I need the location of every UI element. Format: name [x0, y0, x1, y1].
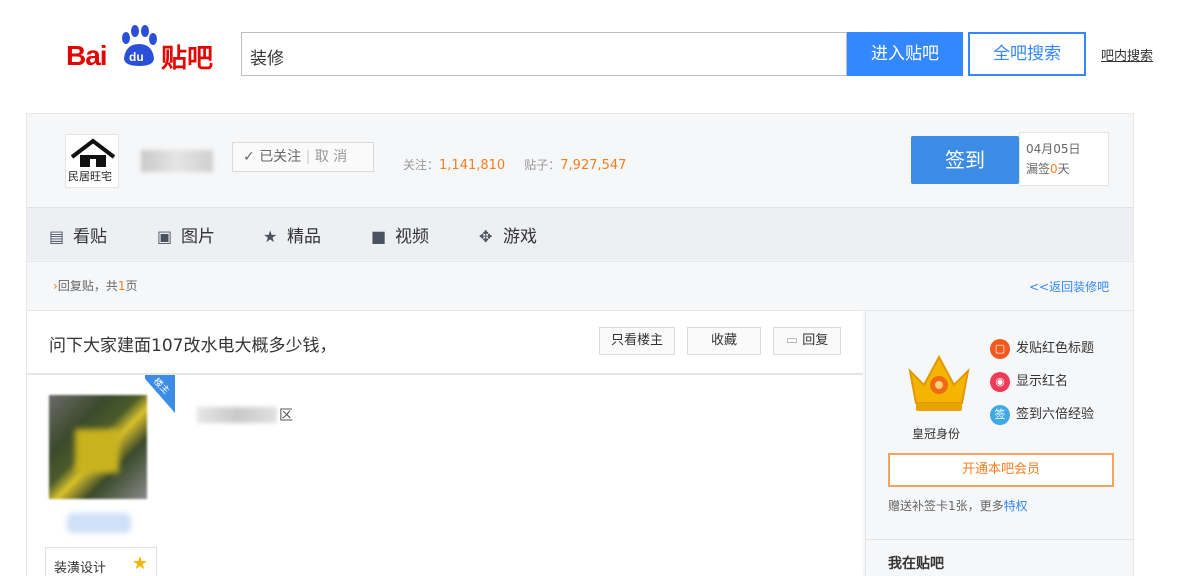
- logo-text-tieba: 贴吧: [161, 44, 214, 74]
- post-stat-label: 贴子：: [524, 158, 561, 172]
- followed-label: 已关注: [259, 149, 302, 165]
- cancel-follow-label[interactable]: 取 消: [315, 149, 347, 165]
- gamepad-icon: ✥: [479, 227, 493, 246]
- reply-button[interactable]: ▭ 回复: [773, 327, 841, 355]
- sign-info: 04月05日 漏签0天: [1019, 132, 1109, 186]
- username-blurred[interactable]: [197, 407, 277, 423]
- follow-count: 1,141,810: [439, 158, 506, 173]
- perk-red-name: ◉ 显示红名: [990, 370, 1068, 392]
- forum-avatar-label: 民居旺宅: [68, 170, 112, 183]
- tab-video[interactable]: ■ 视频: [371, 222, 429, 247]
- sign-badge-icon: 签: [990, 404, 1010, 425]
- gift-text: 赠送补签卡1张，更多特权: [888, 499, 1028, 513]
- house-icon: [70, 138, 116, 167]
- forum-card: 民居旺宅 ✓ 已关注 | 取 消 关注：1,141,810 贴子：7,927,5…: [26, 113, 1134, 576]
- back-to-forum-link[interactable]: <<返回装修吧: [1029, 278, 1109, 295]
- in-forum-search-link[interactable]: 吧内搜索: [1101, 45, 1153, 64]
- username-suffix: 区: [279, 408, 293, 424]
- sign-streak: 漏签0天: [1026, 162, 1070, 176]
- tab-games[interactable]: ✥ 游戏: [479, 222, 537, 247]
- tab-featured[interactable]: ★ 精品: [263, 222, 321, 247]
- comment-icon: ▭: [785, 333, 803, 348]
- crown-label: 皇冠身份: [912, 427, 961, 441]
- sidebar-divider: [866, 539, 1134, 540]
- author-ribbon: 楼主: [145, 375, 175, 413]
- reply-bar: ›回复贴，共1页 <<返回装修吧: [27, 261, 1133, 309]
- sign-date: 04月05日: [1026, 142, 1081, 156]
- sign-in-button[interactable]: 签到: [911, 136, 1019, 184]
- followed-toggle[interactable]: ✓ 已关注 | 取 消: [232, 142, 374, 172]
- my-tieba-section-title: 我在贴吧: [888, 556, 944, 572]
- open-membership-button[interactable]: 开通本吧会员: [888, 453, 1114, 487]
- user-avatar[interactable]: [49, 395, 147, 499]
- post-panel: 问下大家建面107改水电大概多少钱， 只看楼主 收藏 ▭ 回复 楼主 区 装潢设…: [27, 310, 863, 576]
- tab-posts[interactable]: ▤ 看贴: [49, 222, 107, 247]
- forum-avatar[interactable]: 民居旺宅: [65, 134, 119, 188]
- logo-text-du: du: [129, 50, 144, 64]
- crown-icon: [908, 354, 970, 411]
- baidu-tieba-logo[interactable]: Bai du 贴吧: [66, 22, 220, 74]
- only-author-button[interactable]: 只看楼主: [599, 327, 675, 355]
- enter-forum-button[interactable]: 进入贴吧: [847, 32, 963, 76]
- forum-stats: 关注：1,141,810 贴子：7,927,547: [403, 156, 626, 173]
- forum-name-blurred: [141, 150, 213, 172]
- image-icon: ▣: [157, 227, 173, 246]
- user-level-blurred: [67, 513, 131, 533]
- member-sidebar: 皇冠身份 ▢ 发贴红色标题 ◉ 显示红名 签签到六倍经验 开通本吧会员 赠送补签卡1…: [865, 310, 1134, 576]
- star-badge-icon: ★: [131, 553, 148, 574]
- tab-images[interactable]: ▣ 图片: [157, 222, 215, 247]
- search-all-forums-button[interactable]: 全吧搜索: [968, 32, 1086, 76]
- eye-icon: ◉: [990, 371, 1010, 392]
- logo-text-bai: Bai: [66, 40, 108, 71]
- follow-stat-label: 关注：: [403, 158, 440, 172]
- check-icon: ✓: [243, 149, 260, 165]
- star-icon: ★: [263, 227, 278, 246]
- search-input[interactable]: 装修: [241, 32, 847, 76]
- user-badge[interactable]: 装潢设计 ★: [45, 547, 157, 576]
- video-icon: ■: [371, 227, 387, 246]
- paw-icon: du: [122, 25, 157, 66]
- post-title: 问下大家建面107改水电大概多少钱，: [49, 336, 337, 356]
- document-icon: ▤: [49, 227, 65, 246]
- perk-red-title: ▢ 发贴红色标题: [990, 337, 1094, 359]
- perk-sign-exp: 签签到六倍经验: [990, 403, 1094, 425]
- reply-count: ›回复贴，共1页: [53, 279, 138, 293]
- collect-button[interactable]: 收藏: [687, 327, 761, 355]
- title-icon: ▢: [990, 338, 1010, 359]
- title-divider: [27, 373, 863, 375]
- forum-tabs: ▤ 看贴 ▣ 图片 ★ 精品 ■ 视频 ✥ 游戏: [27, 207, 1133, 260]
- privileges-link[interactable]: 特权: [1004, 499, 1028, 513]
- post-count: 7,927,547: [560, 158, 627, 173]
